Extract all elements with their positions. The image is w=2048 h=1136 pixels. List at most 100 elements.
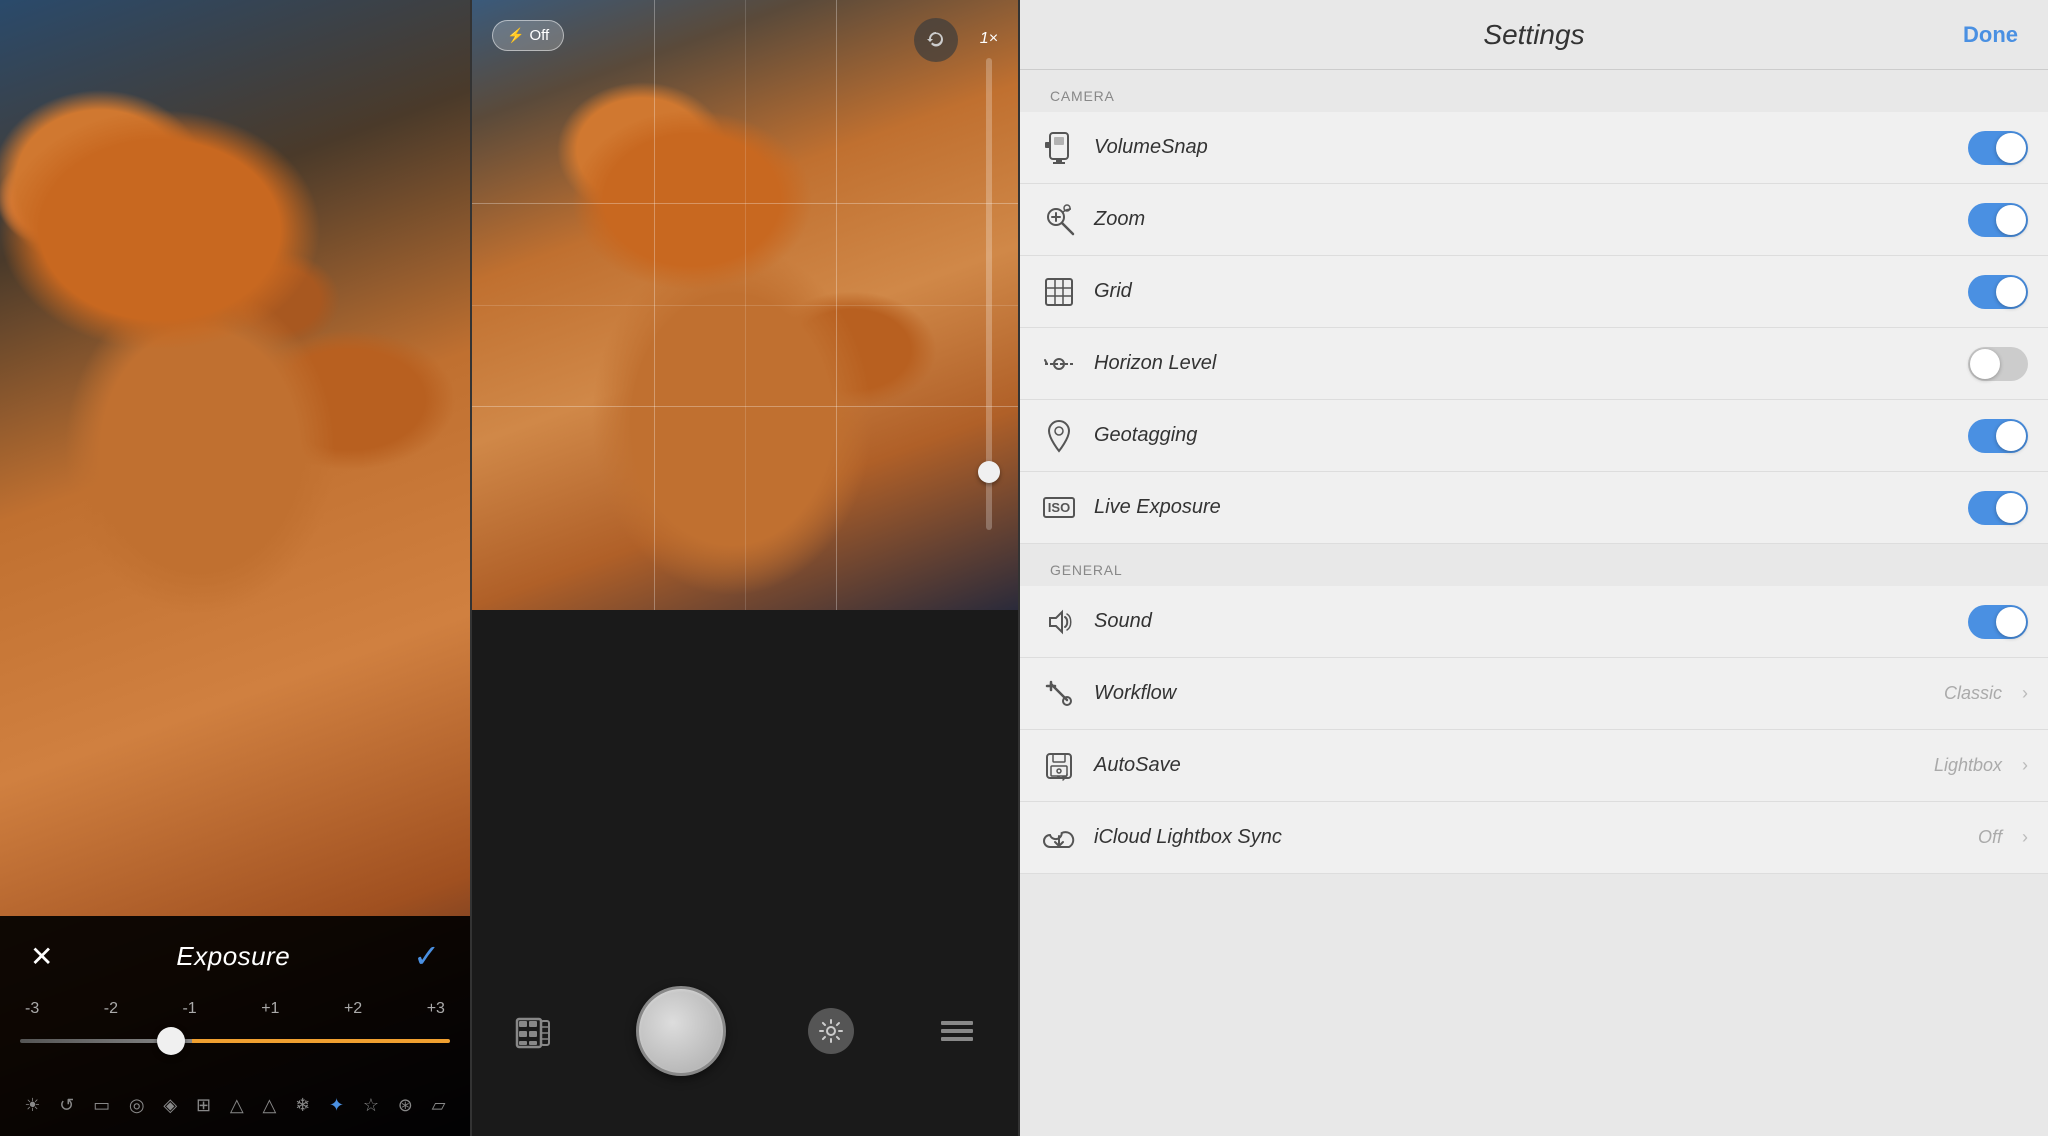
workflow-icon [1040,675,1078,713]
tool-rotate[interactable]: ↺ [59,1095,74,1116]
tool-star[interactable]: ☆ [363,1095,379,1116]
zoom-icon [1040,201,1078,239]
tool-crop[interactable]: ▭ [93,1095,110,1116]
icloud-label: iCloud Lightbox Sync [1094,826,1962,849]
slider-track-container[interactable] [20,1026,450,1056]
zoom-thumb[interactable] [978,461,1000,483]
camera-bottom-bar [472,610,1018,1136]
flash-button[interactable]: ⚡ Off [492,20,564,51]
horizon-icon [1040,345,1078,383]
horizon-toggle-thumb [1970,349,2000,379]
slider-label-p2: +2 [344,1000,362,1018]
settings-row-icloud[interactable]: iCloud Lightbox Sync Off › [1020,802,2048,874]
liveexposure-label: Live Exposure [1094,496,1952,519]
volumesnap-toggle-thumb [1996,133,2026,163]
settings-panel: Settings Done CAMERA VolumeSnap [1020,0,2048,1136]
slider-label-n3: -3 [25,1000,39,1018]
workflow-value: Classic [1944,683,2002,704]
tool-triangle1[interactable]: △ [230,1095,244,1116]
settings-gear-button[interactable] [808,1008,854,1054]
exposure-slider-section: -3 -2 -1 +1 +2 +3 [0,1000,470,1056]
slider-label-p3: +3 [427,1000,445,1018]
liveexposure-toggle[interactable] [1968,491,2028,525]
workflow-label: Workflow [1094,682,1928,705]
zoom-toggle[interactable] [1968,203,2028,237]
tool-sun[interactable]: ☀ [24,1095,40,1116]
geotagging-icon [1040,417,1078,455]
autosave-value: Lightbox [1934,755,2002,776]
autosave-icon [1040,747,1078,785]
section-label-general: GENERAL [1020,544,2048,586]
edit-title: Exposure [176,941,290,972]
settings-row-horizon: Horizon Level [1020,328,2048,400]
zoom-toggle-thumb [1996,205,2026,235]
tool-star-active[interactable]: ✦ [329,1095,344,1116]
tool-circle[interactable]: ◎ [129,1095,145,1116]
volumesnap-icon [1040,129,1078,167]
icloud-icon [1040,819,1078,857]
workflow-chevron: › [2022,683,2028,704]
edit-close-button[interactable]: ✕ [30,940,53,973]
film-roll-button[interactable] [513,1011,553,1051]
liveexposure-toggle-thumb [1996,493,2026,523]
camera-controls [472,986,1018,1076]
settings-header: Settings Done [1020,0,2048,70]
edit-panel: ✕ Exposure ✓ -3 -2 -1 +1 +2 +3 ☀ ↺ ▭ ◎ ◈ [0,0,470,1136]
zoom-slider-container: 1× [980,30,998,530]
slider-thumb[interactable] [157,1027,185,1055]
iso-label-icon: ISO [1043,497,1075,518]
camera-panel: ⚡ Off 1× [470,0,1020,1136]
tool-target[interactable]: ◈ [163,1095,177,1116]
sound-toggle-thumb [1996,607,2026,637]
settings-body: CAMERA VolumeSnap [1020,70,2048,1136]
horizon-toggle[interactable] [1968,347,2028,381]
sound-label: Sound [1094,610,1952,633]
tool-rect[interactable]: ▱ [432,1095,446,1116]
settings-row-workflow[interactable]: Workflow Classic › [1020,658,2048,730]
volumesnap-toggle[interactable] [1968,131,2028,165]
sound-icon [1040,603,1078,641]
settings-row-liveexposure: ISO Live Exposure [1020,472,2048,544]
flash-icon: ⚡ [507,27,524,44]
list-view-button[interactable] [937,1011,977,1051]
grid-label: Grid [1094,280,1952,303]
zoom-label: 1× [980,30,998,48]
tool-grid[interactable]: ⊞ [196,1095,211,1116]
tool-snowflake[interactable]: ❄ [295,1095,310,1116]
settings-row-grid: Grid [1020,256,2048,328]
sound-toggle[interactable] [1968,605,2028,639]
shutter-button[interactable] [636,986,726,1076]
tool-settings2[interactable]: ⊛ [398,1095,413,1116]
zoom-label-setting: Zoom [1094,208,1952,231]
horizon-label: Horizon Level [1094,352,1952,375]
slider-track [20,1039,450,1043]
icloud-chevron: › [2022,827,2028,848]
section-label-camera: CAMERA [1020,70,2048,112]
settings-row-geotagging: Geotagging [1020,400,2048,472]
volumesnap-label: VolumeSnap [1094,136,1952,159]
slider-label-p1: +1 [261,1000,279,1018]
slider-label-n1: -1 [182,1000,196,1018]
grid-toggle[interactable] [1968,275,2028,309]
settings-row-sound: Sound [1020,586,2048,658]
slider-labels: -3 -2 -1 +1 +2 +3 [20,1000,450,1018]
camera-dog-layer [472,0,1018,610]
edit-confirm-button[interactable]: ✓ [413,937,440,975]
settings-row-zoom: Zoom [1020,184,2048,256]
edit-bottom-bar: ✕ Exposure ✓ -3 -2 -1 +1 +2 +3 ☀ ↺ ▭ ◎ ◈ [0,916,470,1136]
geotagging-label: Geotagging [1094,424,1952,447]
flash-label: Off [529,27,549,44]
rotate-icon [924,28,948,52]
settings-row-volumesnap: VolumeSnap [1020,112,2048,184]
settings-done-button[interactable]: Done [1963,22,2018,48]
zoom-track[interactable] [986,58,992,530]
grid-icon [1040,273,1078,311]
geotagging-toggle[interactable] [1968,419,2028,453]
autosave-label: AutoSave [1094,754,1918,777]
camera-rotate-button[interactable] [914,18,958,62]
autosave-chevron: › [2022,755,2028,776]
settings-row-autosave[interactable]: AutoSave Lightbox › [1020,730,2048,802]
geotagging-toggle-thumb [1996,421,2026,451]
tool-triangle2[interactable]: △ [262,1095,276,1116]
iso-icon: ISO [1040,489,1078,527]
